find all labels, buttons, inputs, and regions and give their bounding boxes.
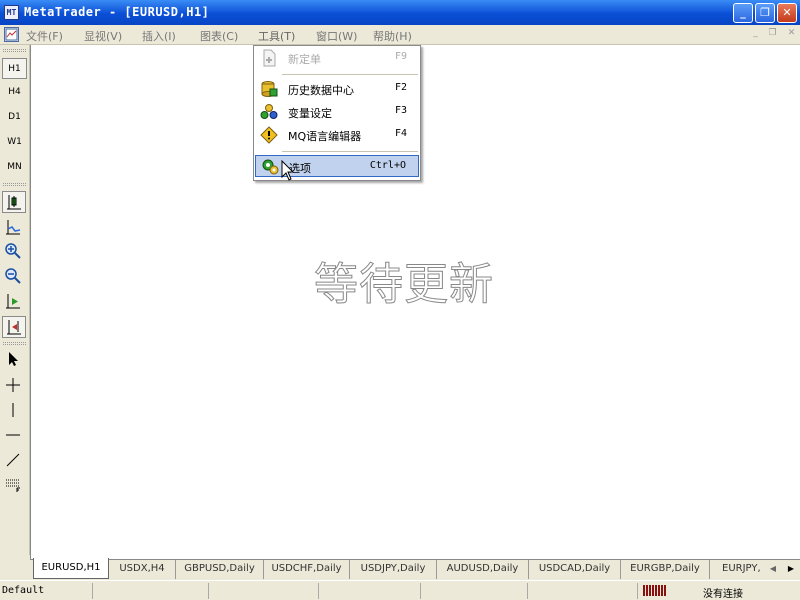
global-variables-icon [260,103,278,121]
timeframe-h1-button[interactable]: H1 [2,58,27,79]
tab-eurusd-h1[interactable]: EURUSD,H1 [33,558,109,579]
mdi-close-button[interactable]: ✕ [785,28,798,41]
line-chart-icon[interactable] [5,219,23,237]
menu-item-shortcut: F4 [394,128,407,139]
candlestick-chart-icon[interactable] [2,191,26,213]
tab-gbpusd-daily[interactable]: GBPUSD,Daily [176,560,264,579]
menu-separator [282,151,418,152]
status-divider [318,583,319,599]
menu-item-label: 历史数据中心 [288,84,354,97]
status-divider [637,583,638,599]
menu-item-new-order[interactable]: 新定单 F9 [255,47,419,69]
menu-separator [282,74,418,75]
zoom-out-icon[interactable] [5,268,23,286]
toolbar-grip[interactable] [3,183,26,186]
menu-item-history-center[interactable]: 历史数据中心 F2 [255,78,419,100]
menu-item-shortcut: F9 [394,51,407,62]
timeframe-w1-button[interactable]: W1 [2,132,27,153]
menu-item-label: 新定单 [288,53,321,66]
chart-tab-bar: EURUSD,H1 USDX,H4 GBPUSD,Daily USDCHF,Da… [30,558,800,579]
menu-item-global-variables[interactable]: 变量设定 F3 [255,101,419,123]
waiting-for-update-text: 等待更新 [314,259,494,311]
fibonacci-icon[interactable] [5,477,23,495]
mdi-minimize-button[interactable]: _ [749,28,762,41]
chart-shift-icon[interactable] [2,316,26,338]
tab-eurgbp-daily[interactable]: EURGBP,Daily [621,560,710,579]
tab-scroll-left-button[interactable]: ◀ [767,563,779,575]
auto-scroll-icon[interactable] [5,293,23,311]
timeframe-mn-button[interactable]: MN [2,157,27,178]
status-divider [420,583,421,599]
profile-name: Default [2,585,45,596]
cursor-icon[interactable] [5,351,23,369]
new-order-icon [260,49,278,67]
menu-item-shortcut: F2 [394,82,407,93]
menu-item-label: MQ语言编辑器 [288,130,362,143]
window-title: MetaTrader - [EURUSD,H1] [24,5,210,19]
tab-usdx-h4[interactable]: USDX,H4 [109,560,176,579]
menu-insert[interactable]: 插入(I) [142,28,176,44]
options-icon [261,158,279,176]
connection-status-text: 没有连接 [703,589,743,600]
timeframe-h4-button[interactable]: H4 [2,82,27,103]
restore-button[interactable]: ❐ [755,3,775,23]
mq-editor-icon [260,126,278,144]
menu-window[interactable]: 窗口(W) [316,28,357,44]
tab-audusd-daily[interactable]: AUDUSD,Daily [437,560,529,579]
crosshair-icon[interactable] [5,377,23,395]
left-toolbar: H1 H4 D1 W1 MN [0,45,30,555]
tab-usdjpy-daily[interactable]: USDJPY,Daily [350,560,437,579]
tab-usdchf-daily[interactable]: USDCHF,Daily [264,560,350,579]
mdi-restore-button[interactable]: ❐ [766,28,779,41]
status-divider [208,583,209,599]
minimize-button[interactable]: _ [733,3,753,23]
vertical-line-icon[interactable] [5,402,23,420]
status-divider [92,583,93,599]
tools-dropdown-menu: 新定单 F9 历史数据中心 F2 变量设定 F3 MQ语言编辑器 F4 选项 C… [253,45,421,181]
timeframe-d1-button[interactable]: D1 [2,107,27,128]
title-bar: MT MetaTrader - [EURUSD,H1] _ ❐ ✕ [0,0,800,25]
menu-charts[interactable]: 图表(C) [200,28,238,44]
toolbar-grip[interactable] [3,342,26,345]
menu-item-label: 变量设定 [288,107,332,120]
menu-help[interactable]: 帮助(H) [373,28,412,44]
menu-item-shortcut: Ctrl+O [369,160,406,171]
mouse-cursor-icon [281,159,295,182]
menu-file[interactable]: 文件(F) [26,28,63,44]
horizontal-line-icon[interactable] [5,427,23,445]
toolbar-grip[interactable] [3,49,26,52]
menu-tools[interactable]: 工具(T) [258,28,295,44]
tab-scroll-right-button[interactable]: ▶ [785,563,797,575]
history-center-icon [260,80,278,98]
menu-item-shortcut: F3 [394,105,407,116]
menu-bar: 文件(F) 显视(V) 插入(I) 图表(C) 工具(T) 窗口(W) 帮助(H… [0,25,800,45]
app-icon: MT [4,5,19,20]
tab-usdcad-daily[interactable]: USDCAD,Daily [529,560,621,579]
menu-view[interactable]: 显视(V) [84,28,122,44]
zoom-in-icon[interactable] [5,243,23,261]
status-divider [527,583,528,599]
close-button[interactable]: ✕ [777,3,797,23]
menu-item-mq-editor[interactable]: MQ语言编辑器 F4 [255,124,419,146]
tab-eurjpy-daily[interactable]: EURJPY, [710,560,765,579]
menu-item-options[interactable]: 选项 Ctrl+O [255,155,419,177]
connection-status-icon [643,585,667,596]
trendline-icon[interactable] [5,452,23,470]
status-bar: Default 没有连接 [0,580,800,600]
document-icon[interactable] [4,27,19,42]
